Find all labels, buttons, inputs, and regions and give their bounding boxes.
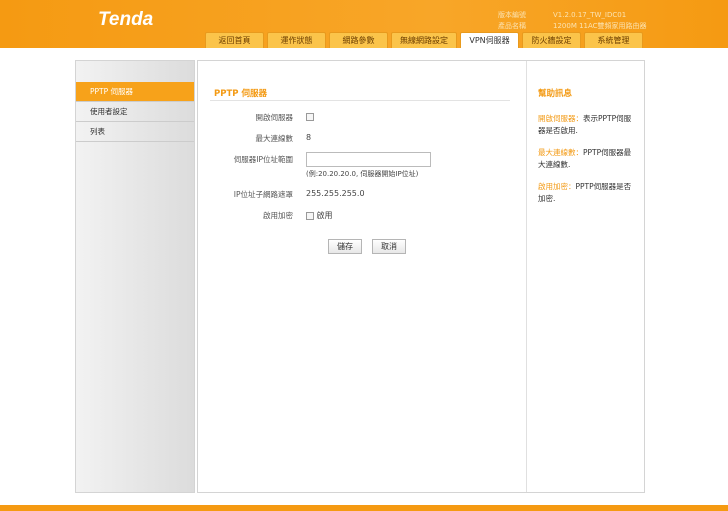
tab-status[interactable]: 運作狀態	[267, 32, 326, 48]
encryption-option-label: 啟用	[316, 211, 333, 220]
enable-server-checkbox[interactable]	[306, 112, 314, 121]
ip-range-hint: (例:20.20.20.0, 伺服器開始IP位址)	[306, 170, 419, 178]
footer-bar	[0, 505, 728, 511]
tab-system[interactable]: 系統管理	[584, 32, 643, 48]
sidebar-item-user-settings[interactable]: 使用者設定	[76, 102, 194, 122]
help-title: 幫助訊息	[538, 89, 573, 99]
page-title: PPTP 伺服器	[214, 89, 267, 99]
ip-range-label: 伺服器IP位址範圍	[233, 155, 293, 164]
help-key: 開啟伺服器：	[538, 114, 583, 123]
help-key: 啟用加密：	[538, 182, 576, 191]
ip-range-input[interactable]	[306, 152, 431, 167]
tab-home[interactable]: 返回首頁	[205, 32, 264, 48]
cancel-button[interactable]: 取消	[372, 239, 406, 254]
main-panel: PPTP 伺服器 開啟伺服器 最大連線數 8 伺服器IP位址範圍 (例:20.20.…	[197, 60, 645, 493]
tab-network[interactable]: 網路參數	[329, 32, 388, 48]
version-value: V1.2.0.17_TW_IDC01	[553, 11, 627, 19]
tenda-logo: Tenda	[98, 9, 154, 30]
save-button[interactable]: 儲存	[328, 239, 362, 254]
encryption-checkbox[interactable]	[306, 211, 314, 220]
sidebar: PPTP 伺服器 使用者設定 列表	[75, 60, 195, 493]
sidebar-item-pptp-server[interactable]: PPTP 伺服器	[76, 82, 194, 102]
main-tabs: 返回首頁 運作狀態 網路參數 無線網路設定 VPN伺服器 防火牆設定 系統管理	[205, 32, 643, 48]
product-label: 產品名稱	[498, 22, 526, 30]
help-panel: 幫助訊息 開啟伺服器：表示PPTP伺服器是否啟用. 最大連線數：PPTP伺服器最…	[526, 61, 644, 492]
sidebar-item-list[interactable]: 列表	[76, 122, 194, 142]
max-connections-label: 最大連線數	[255, 134, 294, 143]
encryption-label: 啟用加密	[263, 211, 293, 220]
product-value: 1200M 11AC雙頻家用路由器	[553, 22, 647, 30]
enable-label: 開啟伺服器	[255, 113, 294, 122]
divider	[210, 100, 510, 101]
subnet-mask-value: 255.255.255.0	[306, 189, 365, 198]
version-label: 版本編號	[498, 11, 526, 19]
tab-firewall[interactable]: 防火牆設定	[522, 32, 581, 48]
header: Tenda 版本編號產品名稱 V1.2.0.17_TW_IDC01 1200M 1…	[0, 0, 728, 48]
max-connections-value: 8	[306, 133, 312, 142]
help-key: 最大連線數：	[538, 148, 583, 157]
tab-wireless[interactable]: 無線網路設定	[391, 32, 457, 48]
tab-vpn[interactable]: VPN伺服器	[460, 32, 519, 48]
subnet-mask-label: IP位址子網路遮罩	[233, 190, 293, 199]
